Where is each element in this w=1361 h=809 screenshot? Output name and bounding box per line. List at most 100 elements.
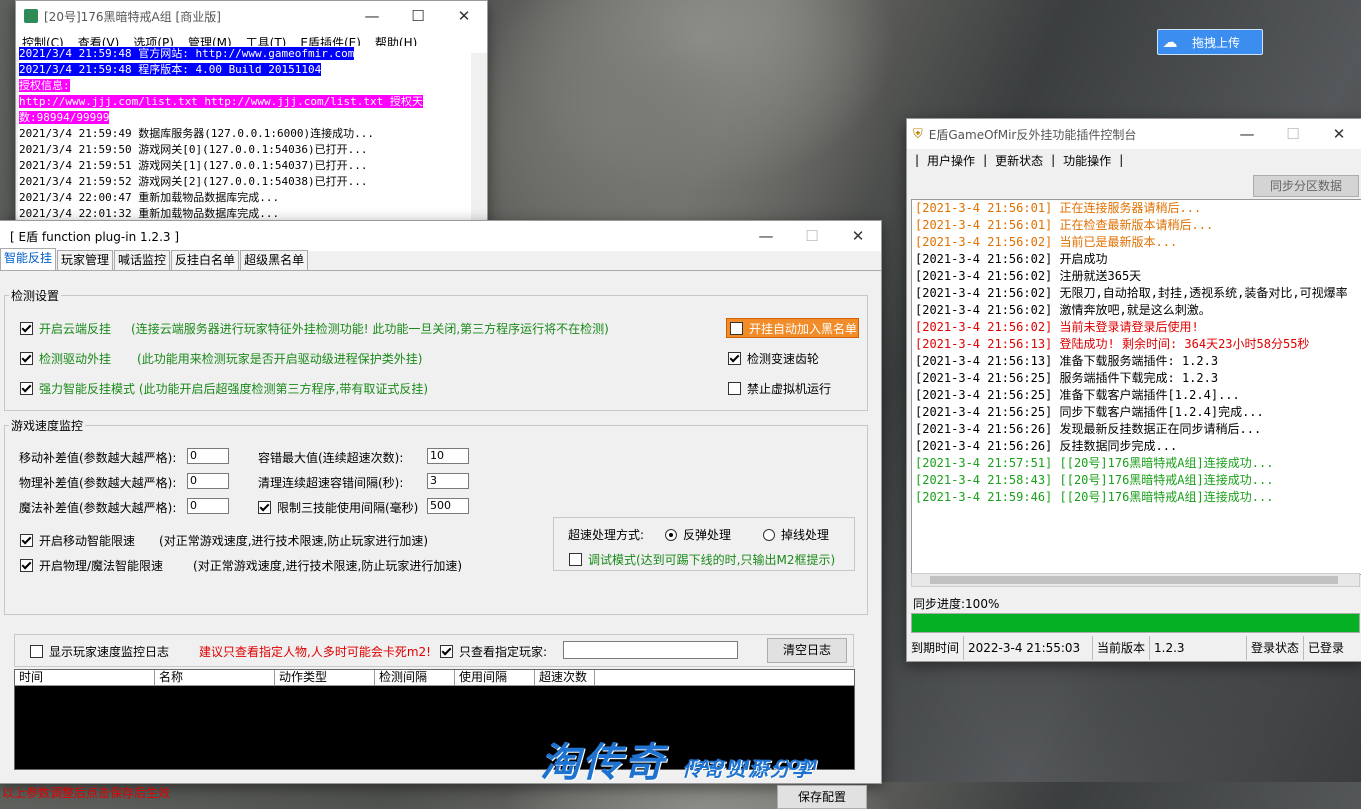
upload-label: 拖拽上传 — [1192, 35, 1241, 50]
plugin-tabs: 智能反挂 玩家管理 喊话监控 反挂白名单 超级黑名单 — [0, 248, 309, 271]
log-line: [2021-3-4 21:56:26] 反挂数据同步完成... — [915, 439, 1178, 453]
eshield-titlebar: ⛨ E盾GameOfMir反外挂功能插件控制台 — ☐ ✕ — [907, 119, 1361, 149]
log-line: 2021/3/4 21:59:51 游戏网关[1](127.0.0.1:5403… — [19, 159, 368, 172]
save-config-button[interactable]: 保存配置 — [777, 785, 867, 809]
minimize-icon[interactable]: — — [1224, 119, 1270, 149]
smart-anticheat-panel: 检测设置 开启云端反挂 (连接云端服务器进行玩家特征外挂检测功能! 此功能一旦关… — [0, 270, 881, 809]
log-line: [2021-3-4 21:56:13] 准备下载服务端插件: 1.2.3 — [915, 354, 1219, 368]
login-label: 登录状态 — [1247, 636, 1305, 660]
col-action[interactable]: 动作类型 — [275, 670, 375, 685]
server-window: [20号]176黑暗特戒A组 [商业版] — ☐ ✕ 控制(C) 查看(V) 选… — [15, 0, 488, 232]
maximize-icon[interactable]: ☐ — [1270, 119, 1316, 149]
log-line: [2021-3-4 21:56:25] 服务端插件下载完成: 1.2.3 — [915, 371, 1219, 385]
log-line: 2021/3/4 21:59:50 游戏网关[0](127.0.0.1:5403… — [19, 143, 368, 156]
log-line: 授权信息: — [19, 79, 70, 92]
log-line: 2021/3/4 21:59:48 程序版本: 4.00 Build 20151… — [19, 63, 322, 76]
maximize-icon[interactable]: ☐ — [789, 221, 835, 251]
no-vm-checkbox[interactable]: 禁止虚拟机运行 — [728, 380, 831, 397]
pm-limit-checkbox[interactable]: 开启物理/魔法智能限速 (对正常游戏速度,进行技术限速,防止玩家进行加速) — [20, 557, 462, 574]
eshield-hscroll[interactable] — [911, 573, 1360, 587]
eshield-shield-icon: ⛨ — [913, 126, 923, 142]
log-line: [2021-3-4 21:56:01] 正在连接服务器请稍后... — [915, 201, 1202, 215]
eshield-log: [2021-3-4 21:56:01] 正在连接服务器请稍后... [2021-3… — [911, 199, 1361, 575]
show-log-checkbox[interactable]: 显示玩家速度监控日志 — [30, 643, 169, 660]
col-name[interactable]: 名称 — [155, 670, 275, 685]
close-icon[interactable]: ✕ — [1316, 119, 1361, 149]
driver-detect-checkbox[interactable]: 检测驱动外挂 (此功能用来检测玩家是否开启驱动级进程保护类外挂) — [20, 350, 422, 367]
log-line: [2021-3-4 21:56:01] 正在检查最新版本请稍后... — [915, 218, 1214, 232]
tab-blacklist[interactable]: 超级黑名单 — [240, 250, 309, 270]
plugin-window: [ E盾 function plug-in 1.2.3 ] — ☐ ✕ 智能反挂… — [0, 220, 882, 809]
close-icon[interactable]: ✕ — [441, 1, 487, 31]
drop-radio[interactable]: 掉线处理 — [763, 526, 829, 543]
log-line: [2021-3-4 21:57:51] [[20号]176黑暗特戒A组]连接成功… — [915, 456, 1274, 470]
col-time[interactable]: 时间 — [15, 670, 155, 685]
log-line: [2021-3-4 21:59:46] [[20号]176黑暗特戒A组]连接成功… — [915, 490, 1274, 504]
col-use-interval[interactable]: 使用间隔 — [455, 670, 535, 685]
progress-label: 同步进度:100% — [913, 597, 1000, 611]
close-icon[interactable]: ✕ — [835, 221, 881, 251]
login-value: 已登录 — [1308, 641, 1345, 655]
auto-blacklist-checkbox[interactable]: 开挂自动加入黑名单 — [726, 318, 859, 338]
server-log-scrollbar[interactable] — [471, 53, 485, 229]
move-limit-checkbox[interactable]: 开启移动智能限速 (对正常游戏速度,进行技术限速,防止玩家进行加速) — [20, 532, 428, 549]
col-check-interval[interactable]: 检测间隔 — [375, 670, 455, 685]
strong-mode-checkbox[interactable]: 强力智能反挂模式 (此功能开启后超强度检测第三方程序,带有取证式反挂) — [20, 380, 428, 397]
cloud-anticheat-checkbox[interactable]: 开启云端反挂 (连接云端服务器进行玩家特征外挂检测功能! 此功能一旦关闭,第三方… — [20, 320, 609, 337]
clear-log-button[interactable]: 清空日志 — [767, 638, 847, 663]
tab-chat-monitor[interactable]: 喊话监控 — [114, 250, 171, 270]
minimize-icon[interactable]: — — [743, 221, 789, 251]
log-line: http://www.jjj.com/list.txt http://www.j… — [19, 95, 423, 108]
cloud-desc: (连接云端服务器进行玩家特征外挂检测功能! 此功能一旦关闭,第三方程序运行将不在… — [131, 322, 609, 336]
log-line: 2021/3/4 21:59:48 官方网站: http://www.gameo… — [19, 47, 355, 60]
log-line: [2021-3-4 21:56:25] 同步下载客户端插件[1.2.4]完成..… — [915, 405, 1264, 419]
minimize-icon[interactable]: — — [349, 1, 395, 31]
sync-partition-button[interactable]: 同步分区数据 — [1253, 175, 1359, 197]
menu-function-ops[interactable]: 功能操作 — [1063, 152, 1111, 169]
phys-diff-label: 物理补差值(参数越大越严格): — [19, 476, 177, 490]
log-line: [2021-3-4 21:56:26] 发现最新反挂数据正在同步请稍后... — [915, 422, 1262, 436]
log-line: [2021-3-4 21:56:02] 激情奔放吧,就是这么刺激。 — [915, 303, 1211, 317]
expire-label: 到期时间 — [907, 636, 965, 660]
menu-user-ops[interactable]: 用户操作 — [927, 152, 975, 169]
phys-diff-input[interactable]: 0 — [187, 473, 229, 489]
watermark: 淘传奇 传奇资源分享 TAOMIR.COM — [540, 740, 821, 786]
monitor-tip: 建议只查看指定人物,人多时可能会卡死m2! — [199, 645, 431, 659]
log-line: [2021-3-4 21:58:43] [[20号]176黑暗特戒A组]连接成功… — [915, 473, 1274, 487]
driver-desc: (此功能用来检测玩家是否开启驱动级进程保护类外挂) — [137, 352, 423, 366]
player-name-input[interactable] — [563, 641, 738, 659]
expire-value: 2022-3-4 21:55:03 — [964, 636, 1094, 660]
log-line: [2021-3-4 21:56:02] 开启成功 — [915, 252, 1108, 266]
tab-player-manage[interactable]: 玩家管理 — [57, 250, 114, 270]
eshield-menubar: | 用户操作 | 更新状态 | 功能操作 | — [907, 149, 1361, 171]
speedgear-detect-checkbox[interactable]: 检测变速齿轮 — [728, 350, 819, 367]
log-line: 2021/3/4 22:00:47 重新加载物品数据库完成... — [19, 191, 280, 204]
magic-diff-input[interactable]: 0 — [187, 498, 229, 514]
pm-limit-desc: (对正常游戏速度,进行技术限速,防止玩家进行加速) — [193, 559, 463, 573]
debug-mode-checkbox[interactable]: 调试模式(达到可踢下线的时,只输出M2框提示) — [569, 551, 835, 568]
menu-update-status[interactable]: 更新状态 — [995, 152, 1043, 169]
limit-skill3-checkbox[interactable]: 限制三技能使用间隔(毫秒) — [258, 499, 418, 516]
log-line: [2021-3-4 21:56:02] 注册就送365天 — [915, 269, 1142, 283]
log-line: 数:98994/99999 — [19, 111, 110, 124]
log-line: 2021/3/4 21:59:49 数据库服务器(127.0.0.1:6000)… — [19, 127, 375, 140]
cloud-icon: ☁ — [1162, 33, 1178, 51]
limit-skill3-input[interactable]: 500 — [427, 498, 469, 514]
sync-progress-bar — [911, 613, 1360, 633]
server-titlebar: [20号]176黑暗特戒A组 [商业版] — ☐ ✕ — [16, 1, 487, 31]
tab-smart-anticheat[interactable]: 智能反挂 — [0, 248, 57, 270]
clear-interval-label: 清理连续超速容错间隔(秒): — [258, 476, 404, 490]
drag-upload-button[interactable]: ☁ 拖拽上传 — [1157, 29, 1263, 55]
clear-interval-input[interactable]: 3 — [427, 473, 469, 489]
col-overspeed-count[interactable]: 超速次数 — [535, 670, 595, 685]
move-diff-label: 移动补差值(参数越大越严格): — [19, 451, 177, 465]
bounce-radio[interactable]: 反弹处理 — [665, 526, 731, 543]
detect-legend: 检测设置 — [11, 289, 60, 303]
overspeed-label: 超速处理方式: — [568, 528, 645, 542]
tolerance-input[interactable]: 10 — [427, 448, 469, 464]
move-diff-input[interactable]: 0 — [187, 448, 229, 464]
plugin-titlebar: [ E盾 function plug-in 1.2.3 ] — ☐ ✕ — [0, 221, 881, 251]
tab-whitelist[interactable]: 反挂白名单 — [171, 250, 240, 270]
only-player-checkbox[interactable]: 只查看指定玩家: — [440, 643, 547, 660]
maximize-icon[interactable]: ☐ — [395, 1, 441, 31]
